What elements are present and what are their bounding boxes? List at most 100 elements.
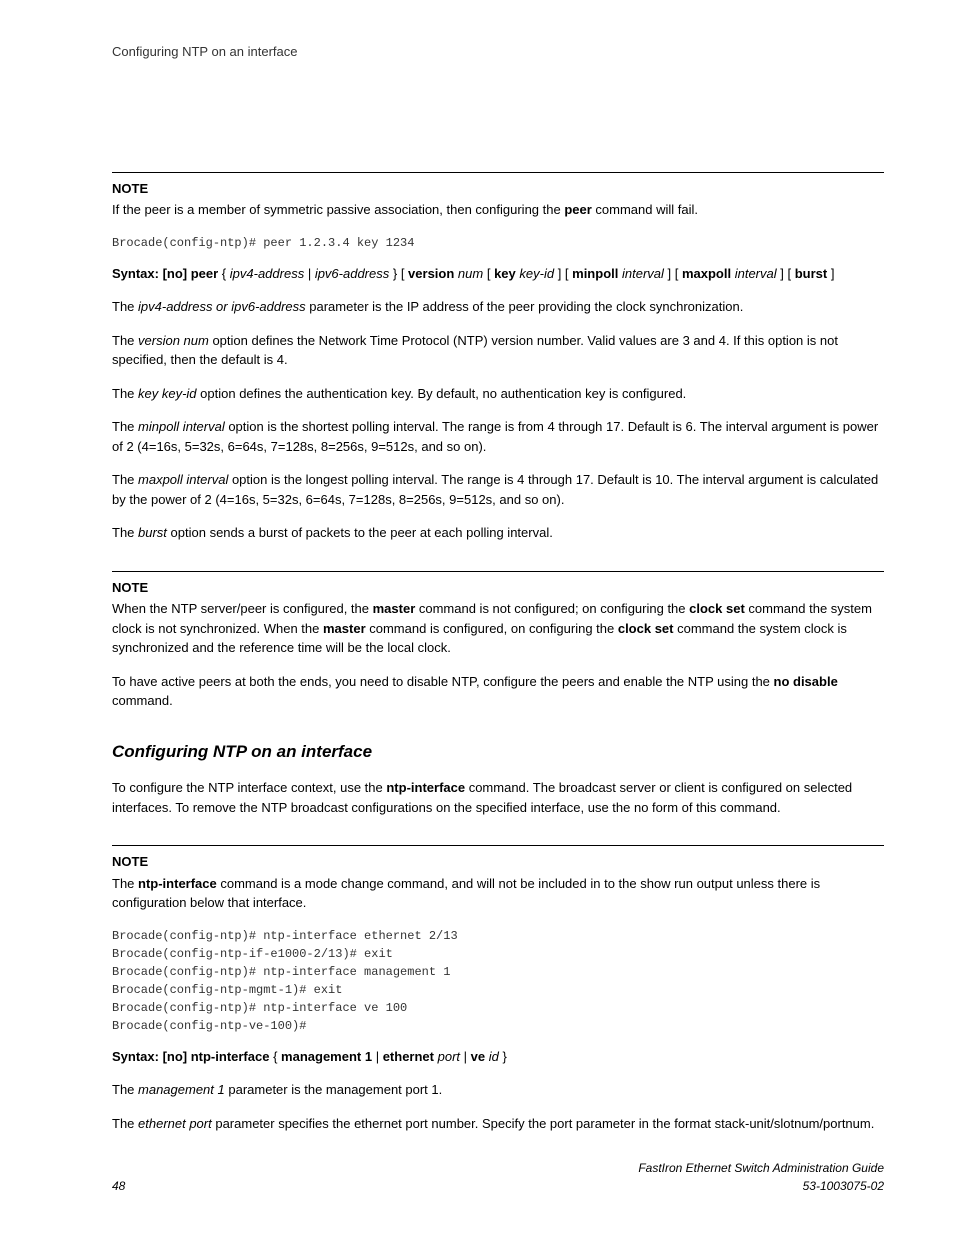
t: } [499,1049,507,1064]
t: clock set [618,621,674,636]
note-label: NOTE [112,578,884,598]
paragraph: The version num option defines the Netwo… [112,331,884,370]
t: | [460,1049,471,1064]
paragraph: The maxpoll interval option is the longe… [112,470,884,509]
t: burst [138,525,167,540]
t: key [494,266,516,281]
t: version [408,266,454,281]
footer-docnum: 53-1003075-02 [638,1177,884,1195]
t: command is configured, on configuring th… [366,621,618,636]
t: ntp-interface [386,780,465,795]
t: maxpoll [682,266,731,281]
t: The [112,1116,138,1131]
t: | [372,1049,383,1064]
divider [112,845,884,846]
t: num [458,266,483,281]
t: management 1 [138,1082,225,1097]
t: { [218,266,230,281]
text-bold: peer [564,202,591,217]
t: The [112,386,138,401]
t: The [112,472,138,487]
t: Syntax: [no] peer [112,266,218,281]
syntax-line: Syntax: [no] ntp-interface { management … [112,1047,884,1067]
t: ntp-interface [138,876,217,891]
t: port [438,1049,460,1064]
text: If the peer is a member of symmetric pas… [112,202,564,217]
t: The [112,876,138,891]
t: interval [735,266,777,281]
t: parameter is the IP address of the peer … [306,299,744,314]
note-text: When the NTP server/peer is configured, … [112,599,884,658]
t: id [489,1049,499,1064]
t: option is the shortest polling interval.… [112,419,878,454]
t: option defines the Network Time Protocol… [112,333,838,368]
divider [112,571,884,572]
t: { [269,1049,281,1064]
t: option sends a burst of packets to the p… [167,525,553,540]
t: version num [138,333,209,348]
t: ] [ [777,266,795,281]
t: option defines the authentication key. B… [197,386,687,401]
paragraph: The burst option sends a burst of packet… [112,523,884,543]
t: minpoll [572,266,618,281]
paragraph: To configure the NTP interface context, … [112,778,884,817]
t: key-id [519,266,554,281]
t: command. [112,693,173,708]
divider [112,172,884,173]
t: ipv4-address or ipv6-address [138,299,306,314]
paragraph: To have active peers at both the ends, y… [112,672,884,711]
t: The [112,299,138,314]
t: parameter is the management port 1. [225,1082,443,1097]
t: command is a mode change command, and wi… [112,876,820,911]
page-header: Configuring NTP on an interface [112,42,884,62]
paragraph: The management 1 parameter is the manage… [112,1080,884,1100]
t: | [304,266,315,281]
t: ipv6-address [315,266,389,281]
page-number: 48 [112,1177,125,1195]
t: } [ [389,266,408,281]
paragraph: The minpoll interval option is the short… [112,417,884,456]
code-block: Brocade(config-ntp)# peer 1.2.3.4 key 12… [112,234,884,252]
paragraph: The key key-id option defines the authen… [112,384,884,404]
t: The [112,1082,138,1097]
page-footer: 48 FastIron Ethernet Switch Administrati… [112,1159,884,1195]
t: ] [ [664,266,682,281]
paragraph: The ethernet port parameter specifies th… [112,1114,884,1134]
t: key key-id [138,386,197,401]
t: ipv4-address [230,266,304,281]
note-text: The ntp-interface command is a mode chan… [112,874,884,913]
t: ] [827,266,834,281]
footer-title: FastIron Ethernet Switch Administration … [638,1159,884,1177]
note-label: NOTE [112,852,884,872]
footer-right: FastIron Ethernet Switch Administration … [638,1159,884,1195]
t: To have active peers at both the ends, y… [112,674,774,689]
t: ethernet [383,1049,434,1064]
t: minpoll interval [138,419,225,434]
t: master [323,621,366,636]
t: master [373,601,416,616]
t: [ [483,266,494,281]
t: maxpoll interval [138,472,228,487]
t: no disable [774,674,838,689]
t: Syntax: [no] ntp-interface [112,1049,269,1064]
t: management 1 [281,1049,372,1064]
t: parameter specifies the ethernet port nu… [212,1116,875,1131]
t: clock set [689,601,745,616]
t: interval [622,266,664,281]
text: command will fail. [592,202,698,217]
t: The [112,333,138,348]
t: ve [471,1049,485,1064]
t: ethernet port [138,1116,212,1131]
note-label: NOTE [112,179,884,199]
t: The [112,525,138,540]
t: burst [795,266,828,281]
paragraph: The ipv4-address or ipv6-address paramet… [112,297,884,317]
t: When the NTP server/peer is configured, … [112,601,373,616]
code-block: Brocade(config-ntp)# ntp-interface ether… [112,927,884,1035]
section-heading: Configuring NTP on an interface [112,739,884,765]
t: ] [ [554,266,572,281]
syntax-line: Syntax: [no] peer { ipv4-address | ipv6-… [112,264,884,284]
note-text: If the peer is a member of symmetric pas… [112,200,884,220]
t: The [112,419,138,434]
t: To configure the NTP interface context, … [112,780,386,795]
